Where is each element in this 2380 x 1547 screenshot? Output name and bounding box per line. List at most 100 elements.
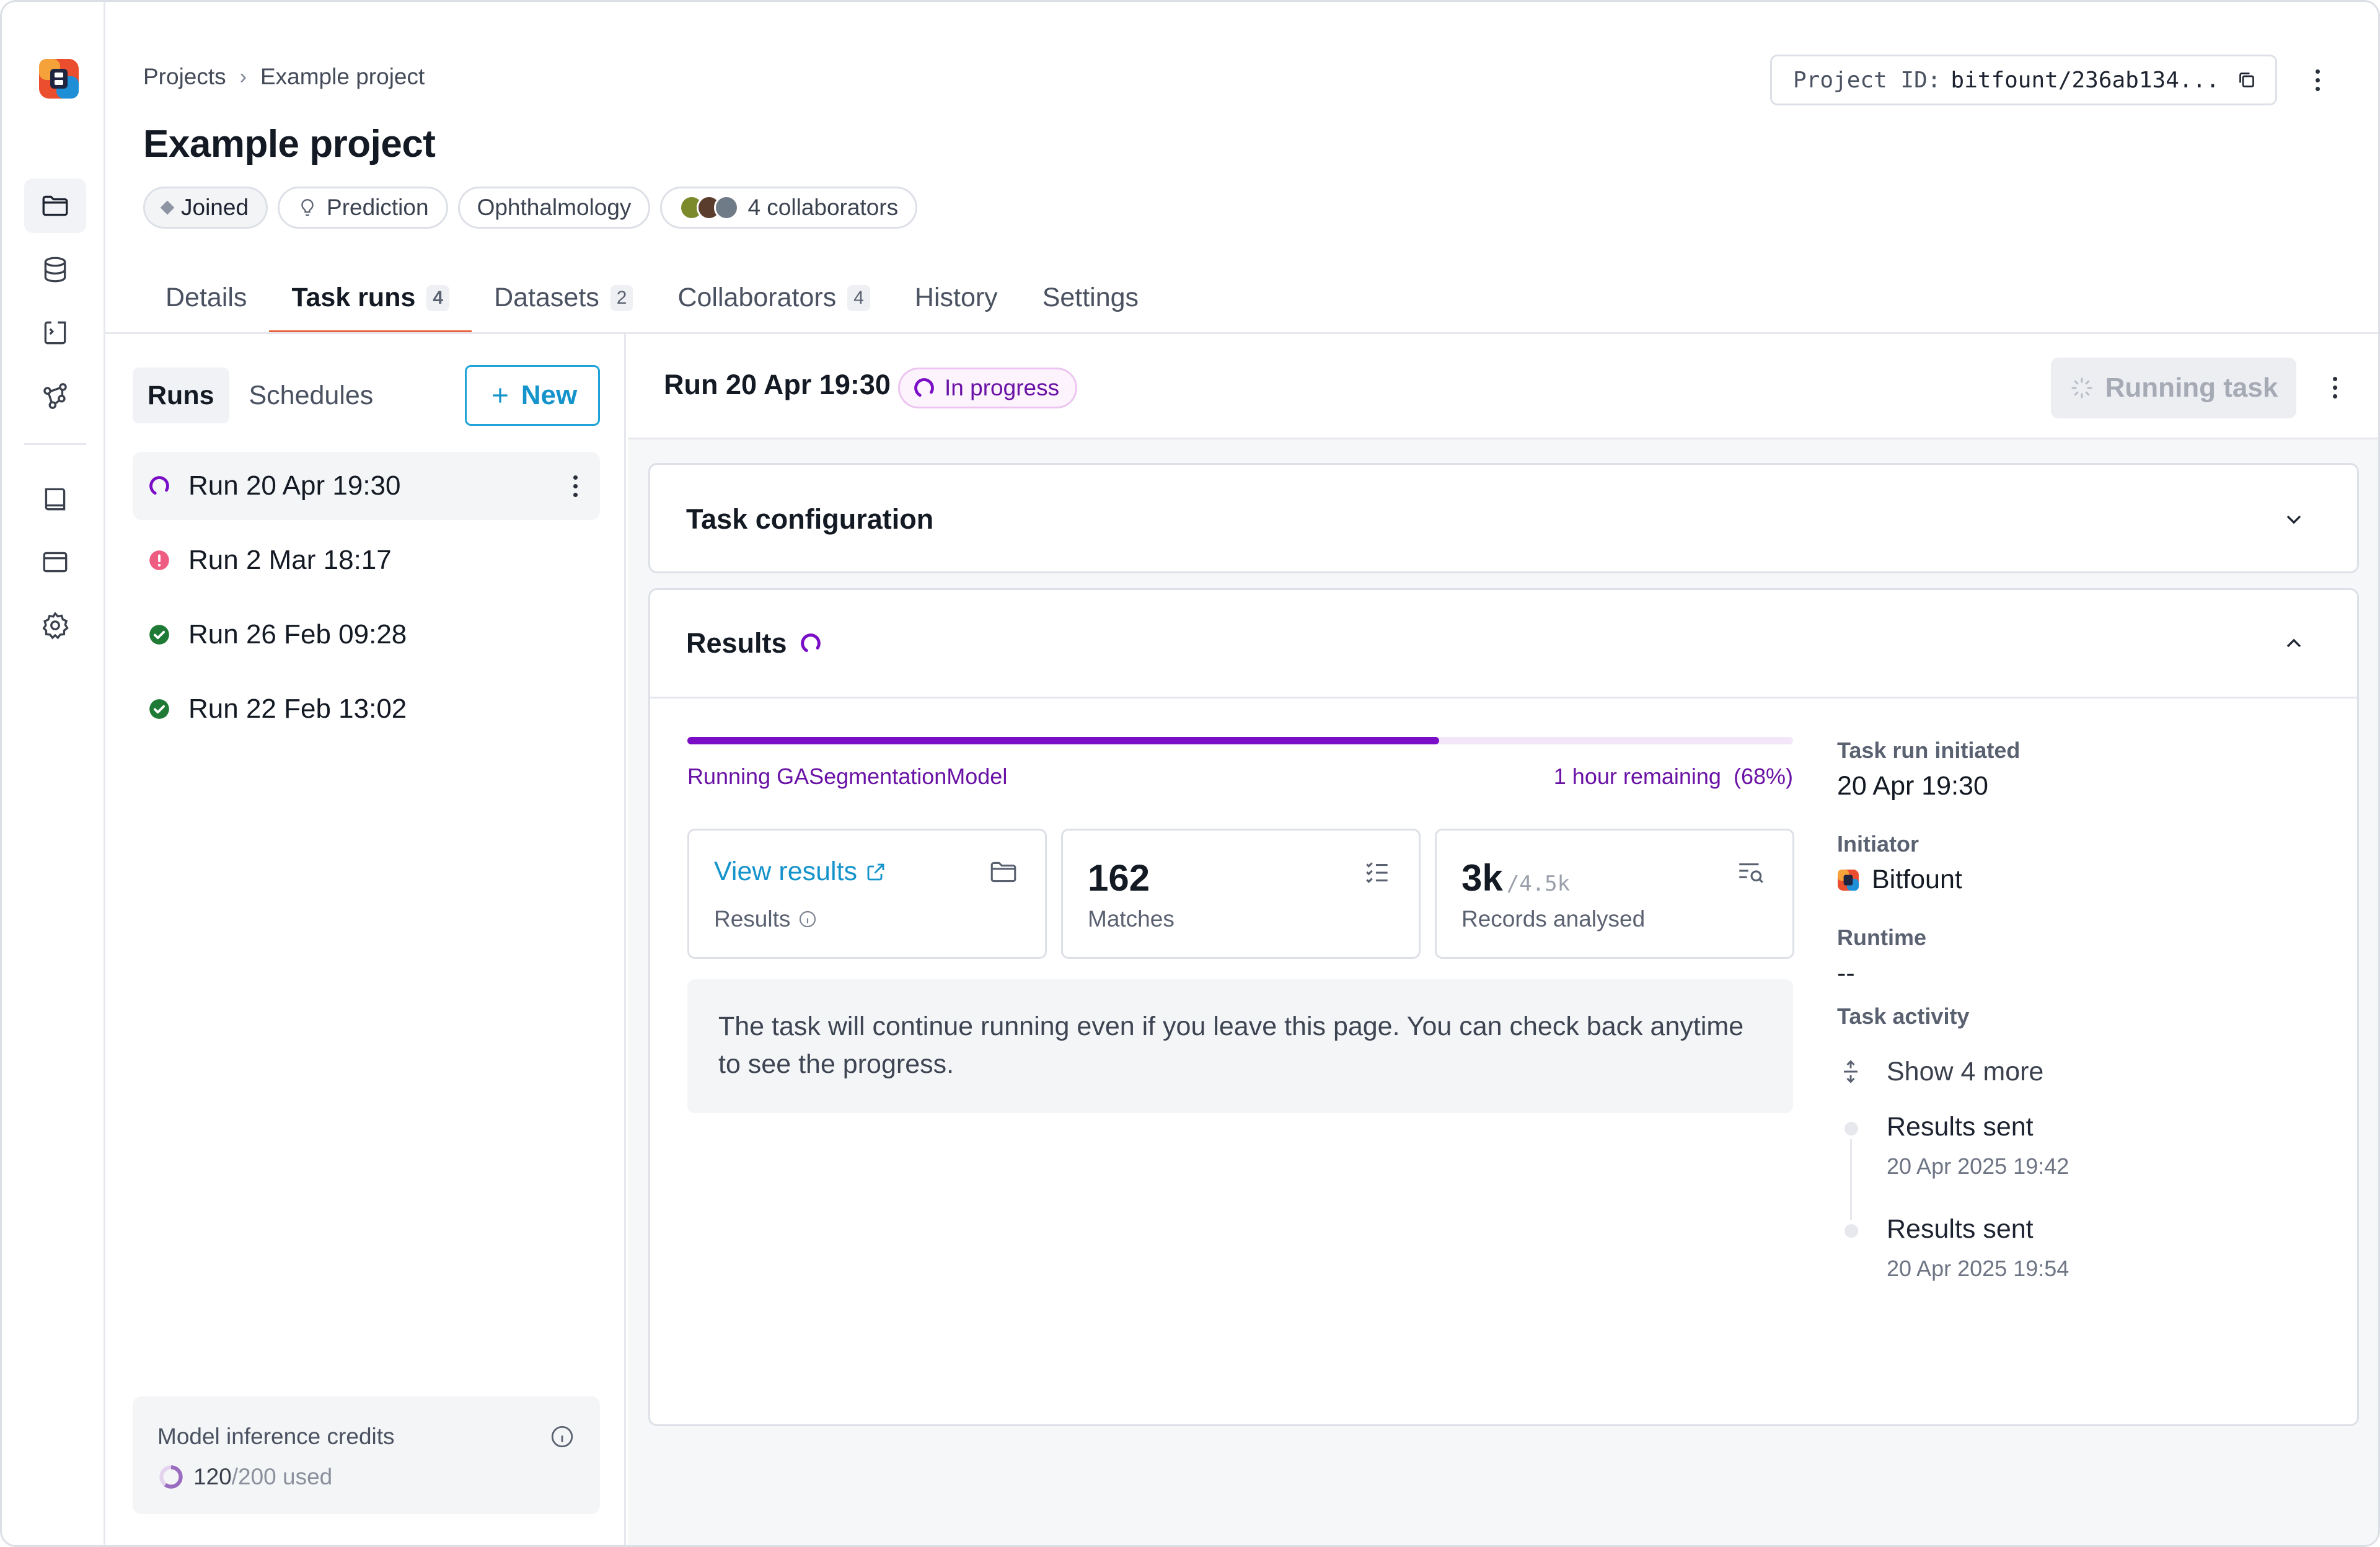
lightbulb-icon [301, 199, 314, 216]
collaborators-label: 4 collaborators [747, 195, 899, 220]
project-id-label: Project ID: [1793, 67, 1941, 93]
status-badge: In progress [898, 368, 1078, 408]
activity-time: 20 Apr 2025 19:54 [1887, 1256, 2069, 1281]
records-value: 3k [1461, 857, 1503, 899]
info-icon[interactable] [798, 909, 818, 929]
run-list: Run 20 Apr 19:30 Run 2 Mar 18:17 Run 26 … [133, 452, 600, 749]
credits-usage: 120/200 used [157, 1463, 575, 1491]
chevron-up-icon[interactable] [2281, 631, 2306, 656]
activity-item: Results sent 20 Apr 2025 19:42 [1837, 1112, 2320, 1220]
records-total: /4.5k [1506, 871, 1571, 896]
running-task-label: Running task [2105, 372, 2278, 403]
task-activity-label: Task activity [1837, 1003, 1970, 1029]
run-actions-menu-icon[interactable] [2322, 369, 2347, 406]
project-more-menu-icon[interactable] [2305, 61, 2330, 99]
running-task-button[interactable]: Running task [2051, 358, 2296, 418]
new-run-button[interactable]: New [465, 365, 600, 426]
matches-label: Matches [1088, 906, 1175, 932]
tab-count-badge: 4 [426, 284, 450, 311]
run-more-menu-icon[interactable] [563, 467, 588, 505]
run-list-item[interactable]: Run 22 Feb 13:02 [133, 675, 600, 743]
page-title: Example project [143, 123, 436, 165]
run-label: Run 26 Feb 09:28 [188, 619, 407, 650]
run-label: Run 22 Feb 13:02 [188, 694, 407, 724]
new-run-label: New [521, 380, 578, 410]
progress-fill [687, 737, 1440, 744]
runs-panel: Runs Schedules New Run 20 Apr 19:30 Run … [105, 334, 626, 1545]
copy-icon[interactable] [2236, 69, 2258, 91]
task-configuration-title: Task configuration [686, 503, 934, 535]
view-results-link[interactable]: View results [714, 857, 1020, 887]
tab-task-runs[interactable]: Task runs 4 [269, 262, 472, 333]
collaborators-chip[interactable]: 4 collaborators [660, 187, 918, 229]
view-results-card[interactable]: View results Results [687, 829, 1047, 959]
rail-tasks-button[interactable] [24, 306, 86, 360]
rail-settings-button[interactable] [24, 598, 86, 653]
rail-docs-button[interactable] [24, 472, 86, 526]
folder-icon [42, 195, 68, 216]
tab-details[interactable]: Details [143, 262, 269, 333]
run-list-item[interactable]: Run 2 Mar 18:17 [133, 526, 600, 594]
records-label: Records analysed [1461, 906, 1646, 932]
rail-datasets-button[interactable] [24, 242, 86, 297]
matches-value: 162 [1088, 857, 1150, 899]
progress-bar [687, 737, 1793, 744]
status-badge-label: In progress [945, 375, 1060, 400]
show-more-button[interactable]: Show 4 more [1837, 1057, 2320, 1087]
task-activity: Task activity Show 4 more Results sent 2… [1837, 1003, 2320, 1316]
task-configuration-card[interactable]: Task configuration [648, 463, 2359, 573]
code-file-icon [44, 321, 66, 345]
progress-percent: (68%) [1733, 764, 1793, 789]
credits-ring-icon [159, 1465, 183, 1489]
segment-runs[interactable]: Runs [133, 368, 229, 423]
success-check-icon [149, 699, 169, 719]
run-list-item[interactable]: Run 20 Apr 19:30 [133, 452, 600, 520]
rail-divider [24, 443, 86, 445]
records-analysed-card: 3k/4.5k Records analysed [1435, 829, 1794, 959]
rail-projects-button[interactable] [24, 178, 86, 233]
initiator-value: Bitfount [1837, 865, 2320, 895]
run-header: Run 20 Apr 19:30 In progress Running tas… [628, 334, 2378, 439]
plus-icon [493, 388, 508, 403]
tab-collaborators[interactable]: Collaborators 4 [655, 262, 892, 333]
segment-schedules[interactable]: Schedules [234, 368, 389, 423]
prediction-chip: Prediction [278, 187, 448, 229]
gear-icon [42, 612, 69, 640]
credits-title: Model inference credits [157, 1424, 395, 1449]
joined-label: Joined [181, 195, 249, 220]
book-icon [45, 488, 66, 511]
initiator-label: Initiator [1837, 831, 1919, 857]
run-label: Run 2 Mar 18:17 [188, 545, 392, 575]
breadcrumb: Projects › Example project [143, 64, 425, 90]
app-window: Projects › Example project Example proje… [0, 0, 2380, 1547]
bitfount-logo[interactable] [38, 58, 80, 100]
results-header[interactable]: Results [650, 590, 2357, 699]
tab-history[interactable]: History [892, 262, 1020, 333]
rail-network-button[interactable] [24, 369, 86, 423]
progress-remaining: 1 hour remaining (68%) [1456, 764, 1793, 790]
results-sublabel: Results [714, 906, 818, 932]
ophthalmology-chip: Ophthalmology [457, 187, 651, 229]
project-tabs: Details Task runs 4 Datasets 2 Collaborato… [143, 262, 1161, 333]
initiated-label: Task run initiated [1837, 738, 2021, 763]
success-check-icon [149, 625, 169, 645]
timeline-dot [1844, 1122, 1858, 1135]
initiator-name: Bitfount [1872, 865, 1962, 894]
info-icon[interactable] [549, 1424, 575, 1450]
expand-vertical-icon [1844, 1060, 1858, 1083]
matches-card: 162 Matches [1061, 829, 1421, 959]
tab-datasets[interactable]: Datasets 2 [472, 262, 655, 333]
run-title: Run 20 Apr 19:30 [664, 369, 891, 400]
rail-apps-button[interactable] [24, 535, 86, 589]
error-icon [149, 550, 169, 570]
database-icon [44, 257, 66, 283]
info-note: The task will continue running even if y… [687, 979, 1793, 1113]
network-icon [43, 383, 67, 409]
prediction-label: Prediction [327, 195, 429, 220]
chevron-down-icon[interactable] [2281, 507, 2306, 532]
runtime-label: Runtime [1837, 925, 1926, 950]
tab-settings[interactable]: Settings [1020, 262, 1161, 333]
timeline-line [1850, 1139, 1852, 1220]
run-list-item[interactable]: Run 26 Feb 09:28 [133, 601, 600, 669]
breadcrumb-projects-link[interactable]: Projects [143, 64, 226, 90]
